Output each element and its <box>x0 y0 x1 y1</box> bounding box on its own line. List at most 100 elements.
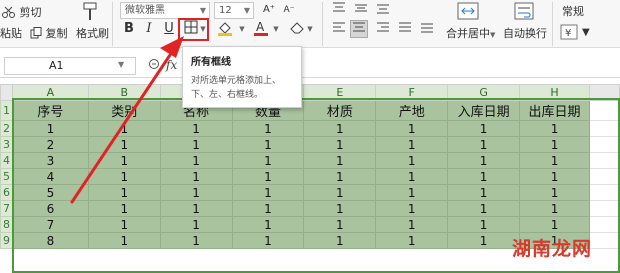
table-cell[interactable]: 1 <box>375 200 449 217</box>
table-cell[interactable]: 1 <box>231 168 305 185</box>
header-cell[interactable]: 材质 <box>303 100 377 121</box>
font-size-select[interactable]: 12 ▼ <box>214 2 254 19</box>
clear-dropdown-icon[interactable]: ▼ <box>306 20 314 38</box>
number-format-select[interactable]: 常规 <box>562 3 584 19</box>
table-cell[interactable] <box>589 136 620 153</box>
fill-dropdown-icon[interactable]: ▼ <box>238 20 246 38</box>
table-cell[interactable]: 1 <box>87 120 161 137</box>
table-cell[interactable]: 1 <box>519 216 590 233</box>
column-header[interactable]: B <box>87 84 161 101</box>
column-header[interactable]: A <box>11 84 89 101</box>
table-cell[interactable]: 1 <box>303 232 377 249</box>
table-cell[interactable]: 1 <box>159 216 233 233</box>
table-cell[interactable]: 1 <box>303 168 377 185</box>
currency-dropdown-icon[interactable]: ▼ <box>582 27 590 38</box>
distribute-icon[interactable] <box>418 21 436 39</box>
decrease-font-icon[interactable]: A⁻ <box>280 1 298 19</box>
table-cell[interactable]: 1 <box>447 184 521 201</box>
header-cell[interactable]: 序号 <box>11 100 89 121</box>
table-cell[interactable]: 1 <box>519 152 590 169</box>
row-header[interactable]: 5 <box>0 168 13 185</box>
table-cell[interactable]: 1 <box>375 216 449 233</box>
wrap-text-button[interactable]: 自动换行 <box>503 25 547 41</box>
copy-button[interactable]: 复制 <box>30 25 68 42</box>
table-cell[interactable]: 5 <box>11 184 89 201</box>
table-cell[interactable]: 1 <box>447 136 521 153</box>
row-header[interactable]: 3 <box>0 136 13 153</box>
table-cell[interactable] <box>589 216 620 233</box>
column-header[interactable]: G <box>447 84 521 101</box>
font-name-select[interactable]: 微软雅黑 ▼ <box>120 2 210 19</box>
fx-button[interactable]: fx <box>166 58 177 72</box>
table-cell[interactable] <box>589 120 620 137</box>
table-cell[interactable]: 1 <box>87 184 161 201</box>
column-header[interactable]: F <box>375 84 449 101</box>
table-cell[interactable]: 1 <box>87 232 161 249</box>
table-cell[interactable]: 1 <box>11 120 89 137</box>
table-cell[interactable]: 1 <box>375 184 449 201</box>
currency-icon[interactable]: ¥ <box>560 24 578 43</box>
header-cell[interactable]: 产地 <box>375 100 449 121</box>
table-cell[interactable]: 1 <box>447 120 521 137</box>
increase-font-icon[interactable]: A⁺ <box>260 1 278 19</box>
table-cell[interactable]: 7 <box>11 216 89 233</box>
table-cell[interactable]: 1 <box>519 168 590 185</box>
underline-button[interactable]: U <box>160 20 178 38</box>
row-header[interactable]: 4 <box>0 152 13 169</box>
table-cell[interactable]: 1 <box>231 120 305 137</box>
select-all-corner[interactable] <box>0 84 13 101</box>
column-header[interactable]: E <box>303 84 377 101</box>
table-cell[interactable]: 1 <box>231 184 305 201</box>
column-header[interactable]: H <box>519 84 590 101</box>
table-cell[interactable]: 4 <box>11 168 89 185</box>
table-cell[interactable]: 1 <box>375 136 449 153</box>
table-cell[interactable]: 1 <box>519 184 590 201</box>
column-header[interactable] <box>589 84 620 101</box>
table-cell[interactable]: 1 <box>447 152 521 169</box>
row-header[interactable]: 7 <box>0 200 13 217</box>
table-cell[interactable]: 1 <box>447 200 521 217</box>
table-cell[interactable]: 8 <box>11 232 89 249</box>
table-cell[interactable]: 1 <box>303 120 377 137</box>
table-cell[interactable]: 1 <box>159 200 233 217</box>
table-cell[interactable]: 1 <box>447 232 521 249</box>
table-cell[interactable]: 1 <box>87 200 161 217</box>
table-cell[interactable] <box>589 168 620 185</box>
row-header[interactable]: 2 <box>0 120 13 137</box>
table-cell[interactable]: 1 <box>303 152 377 169</box>
table-cell[interactable]: 1 <box>231 200 305 217</box>
table-cell[interactable]: 1 <box>159 232 233 249</box>
cut-button[interactable]: 剪切 <box>2 4 42 21</box>
table-cell[interactable]: 1 <box>231 136 305 153</box>
header-cell[interactable] <box>589 100 620 121</box>
table-cell[interactable]: 1 <box>447 216 521 233</box>
font-color-dropdown-icon[interactable]: ▼ <box>272 20 280 38</box>
table-cell[interactable]: 1 <box>375 152 449 169</box>
merge-center-button[interactable]: 合并居中▼ <box>446 25 495 41</box>
align-top-icon[interactable] <box>330 1 348 19</box>
table-cell[interactable]: 1 <box>375 232 449 249</box>
table-cell[interactable]: 1 <box>519 120 590 137</box>
bold-button[interactable]: B <box>120 20 138 38</box>
name-box[interactable]: A1 <box>4 57 136 75</box>
header-cell[interactable]: 类别 <box>87 100 161 121</box>
table-cell[interactable]: 1 <box>231 152 305 169</box>
clear-button[interactable] <box>288 20 306 38</box>
format-painter-button[interactable]: 格式刷 <box>76 25 109 41</box>
table-cell[interactable]: 1 <box>87 152 161 169</box>
zoom-icon[interactable] <box>148 58 162 75</box>
table-cell[interactable]: 1 <box>87 168 161 185</box>
table-cell[interactable] <box>589 184 620 201</box>
font-color-button[interactable]: A <box>252 20 270 38</box>
table-cell[interactable] <box>589 232 620 249</box>
table-cell[interactable]: 1 <box>87 136 161 153</box>
table-cell[interactable]: 1 <box>159 120 233 137</box>
table-cell[interactable]: 3 <box>11 152 89 169</box>
table-cell[interactable] <box>589 200 620 217</box>
table-cell[interactable]: 1 <box>159 136 233 153</box>
justify-icon[interactable] <box>396 21 414 39</box>
align-middle-icon[interactable] <box>352 1 370 19</box>
table-cell[interactable]: 1 <box>447 168 521 185</box>
align-center-icon[interactable] <box>350 20 368 38</box>
table-cell[interactable]: 1 <box>519 200 590 217</box>
